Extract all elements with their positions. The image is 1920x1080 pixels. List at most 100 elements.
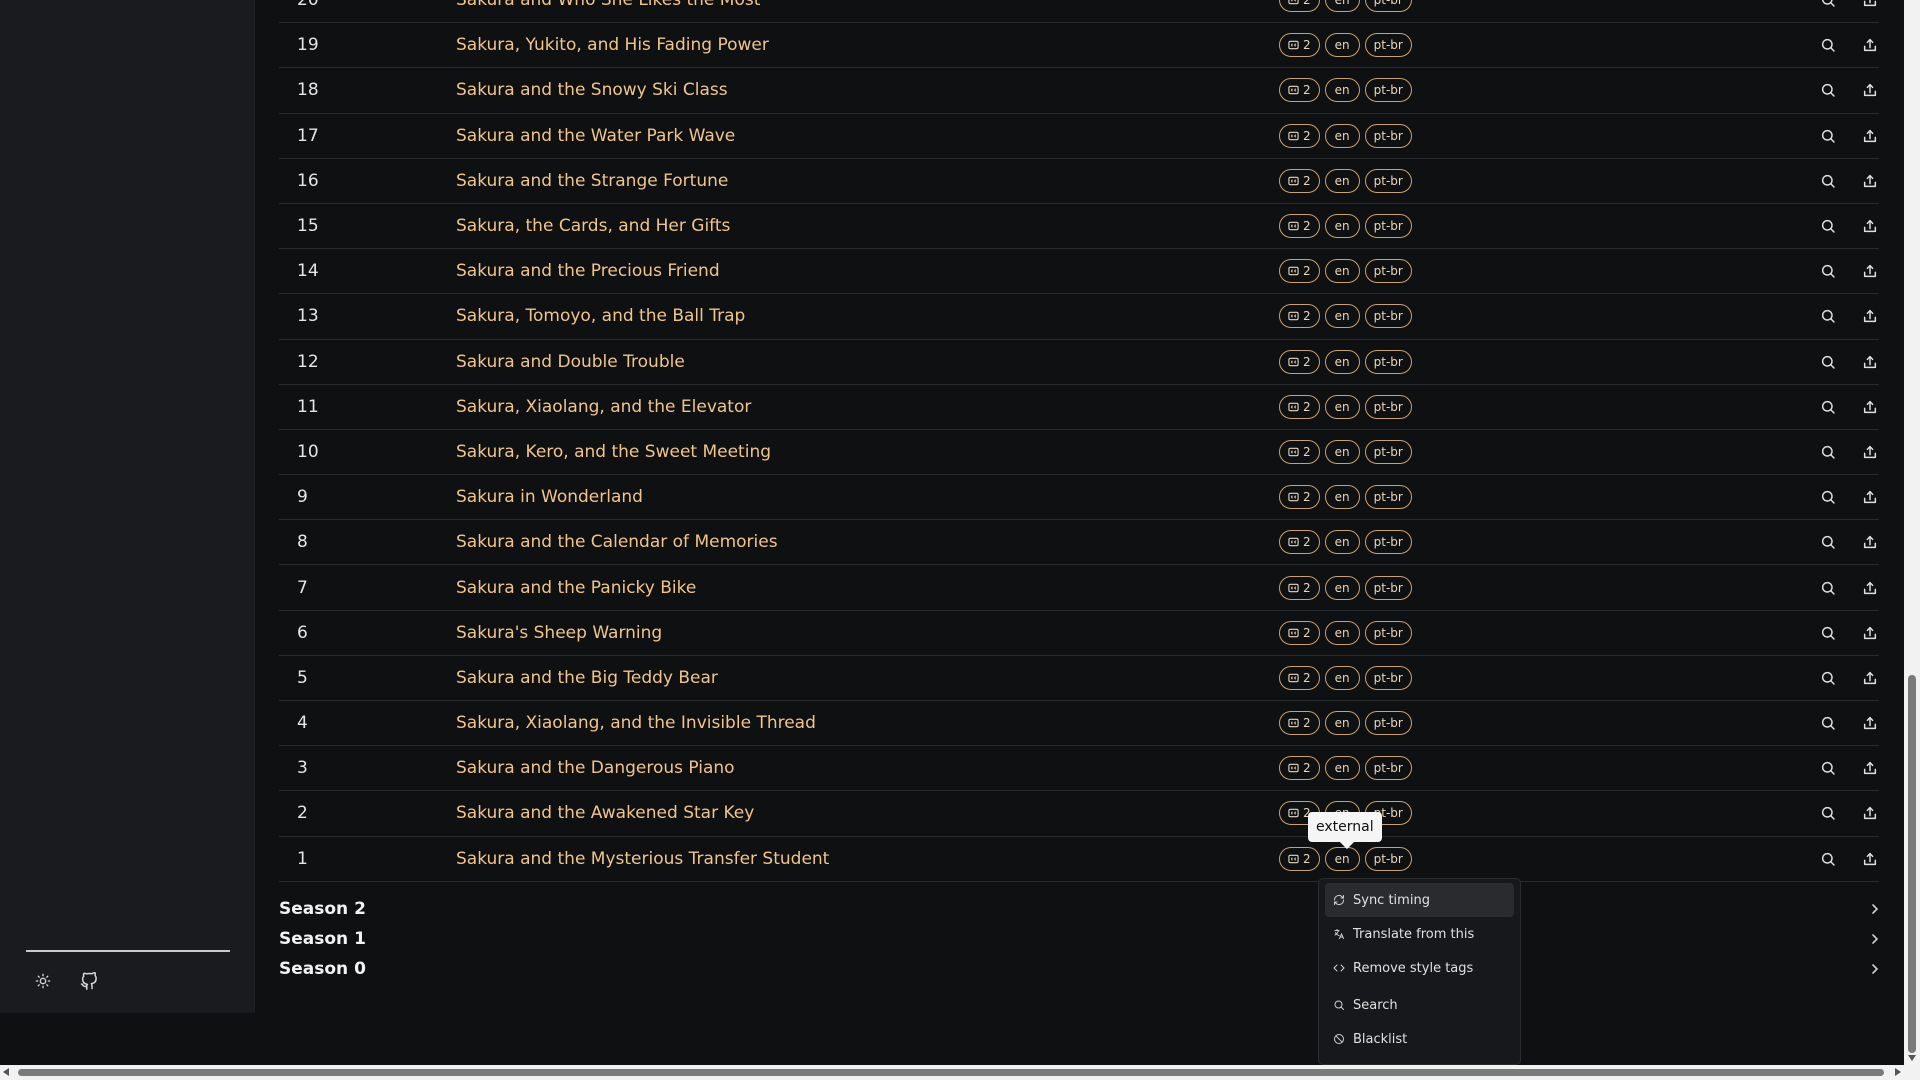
search-subtitle-button[interactable] (1818, 578, 1838, 598)
language-badge-pt-br[interactable]: pt-br (1364, 485, 1412, 510)
search-subtitle-button[interactable] (1818, 532, 1838, 552)
scroll-right-arrow[interactable] (1895, 1068, 1901, 1076)
upload-subtitle-button[interactable] (1860, 35, 1880, 55)
menu-item-sync-timing[interactable]: Sync timing (1325, 883, 1514, 917)
upload-subtitle-button[interactable] (1860, 442, 1880, 462)
subtitle-count-badge[interactable]: 2 (1279, 33, 1320, 58)
language-badge-pt-br[interactable]: pt-br (1364, 665, 1412, 690)
subtitle-count-badge[interactable]: 2 (1279, 665, 1320, 690)
episode-title[interactable]: Sakura's Sheep Warning (456, 623, 662, 643)
vertical-scrollbar[interactable] (1904, 0, 1920, 1080)
subtitle-count-badge[interactable]: 2 (1279, 846, 1320, 871)
episode-title[interactable]: Sakura and Double Trouble (456, 352, 685, 372)
horizontal-scrollbar[interactable] (0, 1065, 1904, 1080)
upload-subtitle-button[interactable] (1860, 849, 1880, 869)
language-badge-pt-br[interactable]: pt-br (1364, 530, 1412, 555)
episode-title[interactable]: Sakura and the Mysterious Transfer Stude… (456, 849, 829, 869)
episode-title[interactable]: Sakura and Who She Likes the Most (456, 0, 760, 10)
subtitle-count-badge[interactable]: 2 (1279, 304, 1320, 329)
language-badge-en[interactable]: en (1324, 78, 1360, 103)
episode-title[interactable]: Sakura and the Dangerous Piano (456, 758, 735, 778)
subtitle-count-badge[interactable]: 2 (1279, 530, 1320, 555)
language-badge-en[interactable]: en (1324, 620, 1360, 645)
episode-title[interactable]: Sakura, the Cards, and Her Gifts (456, 216, 730, 236)
subtitle-count-badge[interactable]: 2 (1279, 349, 1320, 374)
episode-title[interactable]: Sakura and the Strange Fortune (456, 171, 728, 191)
menu-item-translate[interactable]: Translate from this (1325, 917, 1514, 951)
episode-title[interactable]: Sakura and the Awakened Star Key (456, 803, 754, 823)
search-subtitle-button[interactable] (1818, 261, 1838, 281)
upload-subtitle-button[interactable] (1860, 487, 1880, 507)
language-badge-pt-br[interactable]: pt-br (1364, 168, 1412, 193)
subtitle-count-badge[interactable]: 2 (1279, 439, 1320, 464)
language-badge-en[interactable]: en (1324, 33, 1360, 58)
language-badge-en[interactable]: en (1324, 304, 1360, 329)
language-badge-en[interactable]: en (1324, 168, 1360, 193)
search-subtitle-button[interactable] (1818, 80, 1838, 100)
subtitle-count-badge[interactable]: 2 (1279, 756, 1320, 781)
upload-subtitle-button[interactable] (1860, 261, 1880, 281)
menu-item-blacklist[interactable]: Blacklist (1325, 1022, 1514, 1056)
subtitle-count-badge[interactable]: 2 (1279, 168, 1320, 193)
search-subtitle-button[interactable] (1818, 0, 1838, 10)
search-subtitle-button[interactable] (1818, 442, 1838, 462)
vertical-scroll-thumb[interactable] (1908, 675, 1916, 1053)
subtitle-count-badge[interactable]: 2 (1279, 394, 1320, 419)
language-badge-en[interactable]: en (1324, 259, 1360, 284)
upload-subtitle-button[interactable] (1860, 0, 1880, 10)
episode-title[interactable]: Sakura, Yukito, and His Fading Power (456, 35, 769, 55)
language-badge-pt-br[interactable]: pt-br (1364, 711, 1412, 736)
upload-subtitle-button[interactable] (1860, 306, 1880, 326)
search-subtitle-button[interactable] (1818, 623, 1838, 643)
language-badge-en[interactable]: en (1324, 123, 1360, 148)
search-subtitle-button[interactable] (1818, 487, 1838, 507)
subtitle-count-badge[interactable]: 2 (1279, 214, 1320, 239)
scroll-left-arrow[interactable] (3, 1068, 9, 1076)
upload-subtitle-button[interactable] (1860, 713, 1880, 733)
upload-subtitle-button[interactable] (1860, 397, 1880, 417)
scroll-down-arrow[interactable] (1908, 1055, 1916, 1061)
upload-subtitle-button[interactable] (1860, 171, 1880, 191)
episode-title[interactable]: Sakura and the Calendar of Memories (456, 532, 778, 552)
theme-toggle-button[interactable] (32, 970, 54, 992)
language-badge-pt-br[interactable]: pt-br (1364, 78, 1412, 103)
upload-subtitle-button[interactable] (1860, 216, 1880, 236)
language-badge-en[interactable]: en (1324, 756, 1360, 781)
search-subtitle-button[interactable] (1818, 171, 1838, 191)
search-subtitle-button[interactable] (1818, 35, 1838, 55)
subtitle-count-badge[interactable]: 2 (1279, 0, 1320, 13)
subtitle-count-badge[interactable]: 2 (1279, 259, 1320, 284)
upload-subtitle-button[interactable] (1860, 668, 1880, 688)
upload-subtitle-button[interactable] (1860, 758, 1880, 778)
subtitle-count-badge[interactable]: 2 (1279, 78, 1320, 103)
upload-subtitle-button[interactable] (1860, 352, 1880, 372)
language-badge-pt-br[interactable]: pt-br (1364, 33, 1412, 58)
season-item[interactable]: Season 2 (279, 894, 1879, 924)
language-badge-en[interactable]: en (1324, 575, 1360, 600)
subtitle-count-badge[interactable]: 2 (1279, 620, 1320, 645)
episode-title[interactable]: Sakura, Kero, and the Sweet Meeting (456, 442, 771, 462)
subtitle-count-badge[interactable]: 2 (1279, 485, 1320, 510)
upload-subtitle-button[interactable] (1860, 532, 1880, 552)
search-subtitle-button[interactable] (1818, 352, 1838, 372)
upload-subtitle-button[interactable] (1860, 578, 1880, 598)
language-badge-pt-br[interactable]: pt-br (1364, 214, 1412, 239)
language-badge-pt-br[interactable]: pt-br (1364, 259, 1412, 284)
episode-title[interactable]: Sakura and the Snowy Ski Class (456, 80, 728, 100)
search-subtitle-button[interactable] (1818, 216, 1838, 236)
language-badge-pt-br[interactable]: pt-br (1364, 394, 1412, 419)
language-badge-pt-br[interactable]: pt-br (1364, 846, 1412, 871)
search-subtitle-button[interactable] (1818, 849, 1838, 869)
menu-item-search[interactable]: Search (1325, 988, 1514, 1022)
season-item[interactable]: Season 0 (279, 954, 1879, 984)
upload-subtitle-button[interactable] (1860, 126, 1880, 146)
github-link[interactable] (78, 970, 100, 992)
search-subtitle-button[interactable] (1818, 713, 1838, 733)
language-badge-en[interactable]: en (1324, 846, 1360, 871)
language-badge-pt-br[interactable]: pt-br (1364, 756, 1412, 781)
season-item[interactable]: Season 1 (279, 924, 1879, 954)
episode-title[interactable]: Sakura in Wonderland (456, 487, 643, 507)
language-badge-pt-br[interactable]: pt-br (1364, 123, 1412, 148)
subtitle-count-badge[interactable]: 2 (1279, 123, 1320, 148)
language-badge-en[interactable]: en (1324, 485, 1360, 510)
